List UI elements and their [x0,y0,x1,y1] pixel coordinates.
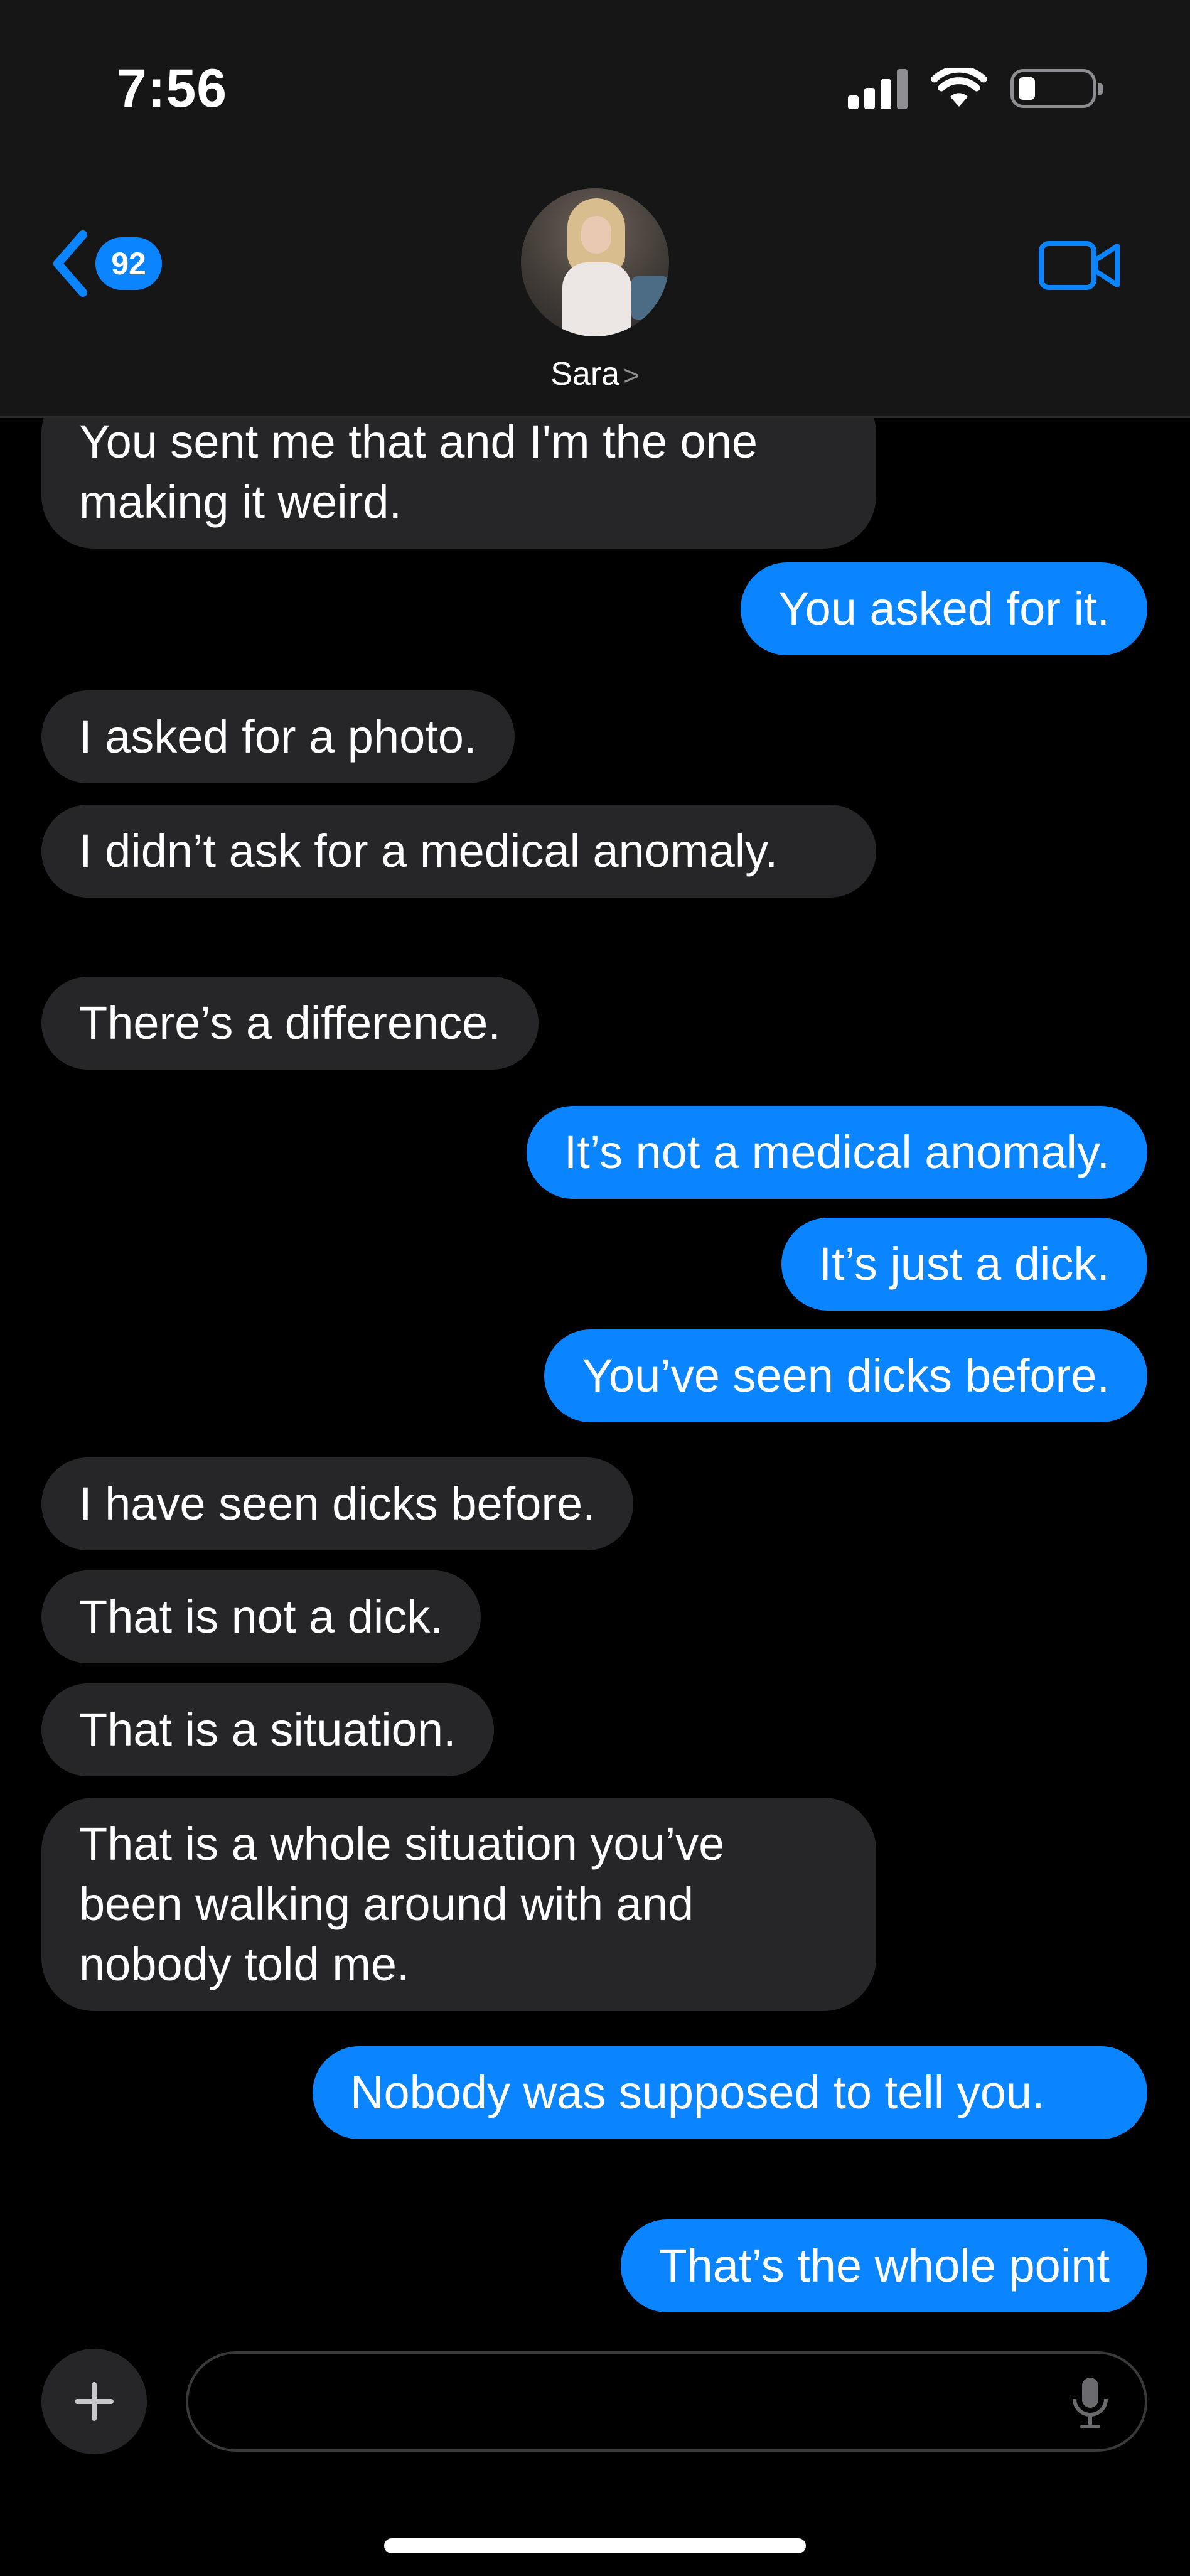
battery-level [1019,77,1035,100]
message-bubble-incoming[interactable]: That is a situation. [41,1683,494,1776]
message-bubble-incoming[interactable]: I didn’t ask for a medical anomaly. [41,805,876,898]
message-bubble-incoming[interactable]: That is not a dick. [41,1570,481,1663]
microphone-icon[interactable] [1071,2375,1110,2430]
wifi-icon [931,68,987,107]
message-bubble-outgoing[interactable]: It’s not a medical anomaly. [526,1106,1147,1199]
back-button[interactable]: 92 [50,230,162,298]
message-bubble-outgoing[interactable]: You asked for it. [741,562,1172,658]
message-input-container [186,2351,1147,2452]
message-bubble-outgoing[interactable]: It’s just a dick. [781,1218,1147,1311]
status-time: 7:56 [117,58,228,119]
chevron-right-icon: > [623,360,640,391]
message-input[interactable] [188,2354,1029,2449]
conversation-header: 7:56 92 Sara > [0,0,1190,418]
message-bubble-incoming[interactable]: I have seen dicks before. [41,1457,633,1550]
contact-avatar[interactable] [521,188,669,336]
video-call-button[interactable] [1038,239,1121,292]
back-chevron-icon [53,230,87,297]
contact-name[interactable]: Sara > [0,355,1190,393]
unread-count-badge: 92 [95,237,162,290]
message-bubble-outgoing[interactable]: That’s the whole point [621,2219,1172,2315]
home-indicator [384,2538,806,2553]
status-icons [848,68,1103,109]
message-bubble-outgoing[interactable]: You’ve seen dicks before. [544,1329,1172,1425]
message-bubble-outgoing[interactable]: Nobody was supposed to tell you. [313,2046,1147,2139]
message-bubble-incoming[interactable]: There’s a difference. [18,977,539,1072]
cellular-signal-icon [848,68,908,109]
add-attachment-button[interactable] [41,2349,147,2454]
message-bubble-incoming[interactable]: That is a whole situation you’ve been wa… [18,1798,876,2014]
battery-icon [1010,69,1103,108]
video-camera-icon [1039,241,1120,290]
plus-icon [75,2382,114,2421]
message-bubble-incoming[interactable]: I asked for a photo. [41,690,515,783]
contact-name-label: Sara [550,356,620,392]
